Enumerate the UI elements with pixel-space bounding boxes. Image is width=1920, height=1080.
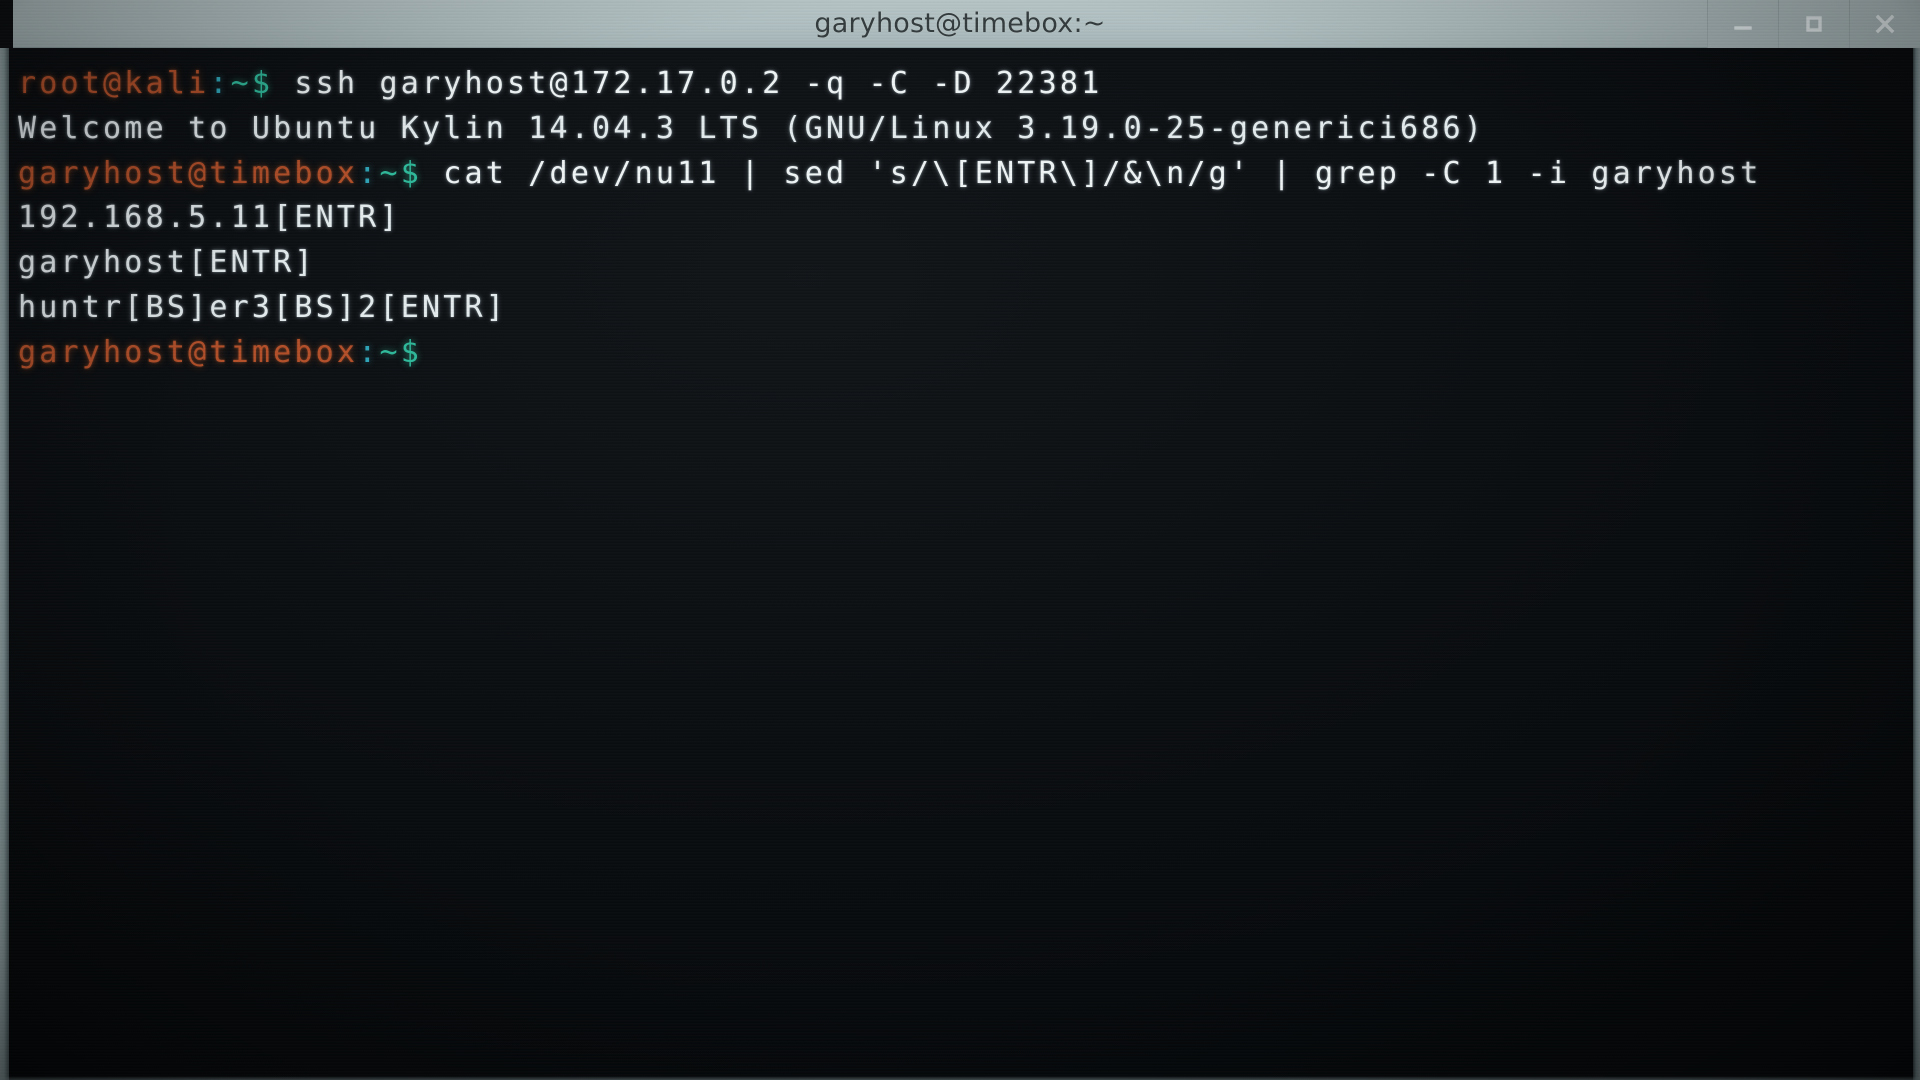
prompt-separator: : [209, 66, 231, 101]
prompt-path-symbol: ~$ [379, 334, 422, 370]
terminal-window: garyhost@timebox:~ root@kali:~$ ssh gary… [0, 0, 1920, 1080]
terminal-screen[interactable]: root@kali:~$ ssh garyhost@172.17.0.2 -q … [0, 48, 1920, 1080]
window-controls [1707, 0, 1920, 48]
titlebar-left-notch [0, 0, 13, 48]
maximize-icon [1801, 11, 1827, 37]
prompt-separator: : [358, 334, 380, 370]
minimize-icon [1730, 11, 1756, 37]
terminal-prompt-line: garyhost@timebox:~$ cat /dev/nu11 | sed … [18, 152, 1908, 197]
prompt-host: garyhost@timebox [18, 334, 359, 370]
terminal-output-text: garyhost[ENTR] [18, 245, 316, 281]
close-button[interactable] [1849, 0, 1920, 48]
window-frame-left [0, 48, 9, 1080]
maximize-button[interactable] [1778, 0, 1849, 48]
terminal-output-text: Welcome to Ubuntu Kylin 14.04.3 LTS (GNU… [18, 110, 1486, 146]
window-title: garyhost@timebox:~ [814, 8, 1106, 39]
terminal-output-line: huntr[BS]er3[BS]2[ENTR] [18, 286, 1908, 331]
terminal-prompt-line: root@kali:~$ ssh garyhost@172.17.0.2 -q … [18, 62, 1908, 107]
terminal-output: root@kali:~$ ssh garyhost@172.17.0.2 -q … [18, 62, 1908, 376]
terminal-output-line: 192.168.5.11[ENTR] [18, 196, 1908, 241]
window-titlebar[interactable]: garyhost@timebox:~ [0, 0, 1920, 48]
terminal-output-line: Welcome to Ubuntu Kylin 14.04.3 LTS (GNU… [18, 107, 1908, 152]
terminal-prompt-line: garyhost@timebox:~$ [18, 331, 1908, 376]
window-frame-bottom [0, 1076, 1920, 1080]
prompt-host: root@kali [18, 66, 210, 101]
terminal-command: ssh garyhost@172.17.0.2 -q -C -D 22381 [273, 66, 1103, 101]
prompt-path-symbol: ~$ [379, 155, 422, 191]
terminal-output-text: huntr[BS]er3[BS]2[ENTR] [18, 289, 508, 325]
prompt-path-symbol: ~$ [230, 66, 274, 101]
terminal-output-text: 192.168.5.11[ENTR] [18, 200, 401, 236]
prompt-separator: : [358, 155, 380, 191]
minimize-button[interactable] [1707, 0, 1778, 48]
close-icon [1871, 10, 1899, 38]
prompt-host: garyhost@timebox [18, 155, 359, 191]
terminal-command: cat /dev/nu11 | sed 's/\[ENTR\]/&\n/g' |… [421, 155, 1762, 191]
window-frame-right [1913, 48, 1920, 1080]
terminal-output-line: garyhost[ENTR] [18, 241, 1908, 286]
